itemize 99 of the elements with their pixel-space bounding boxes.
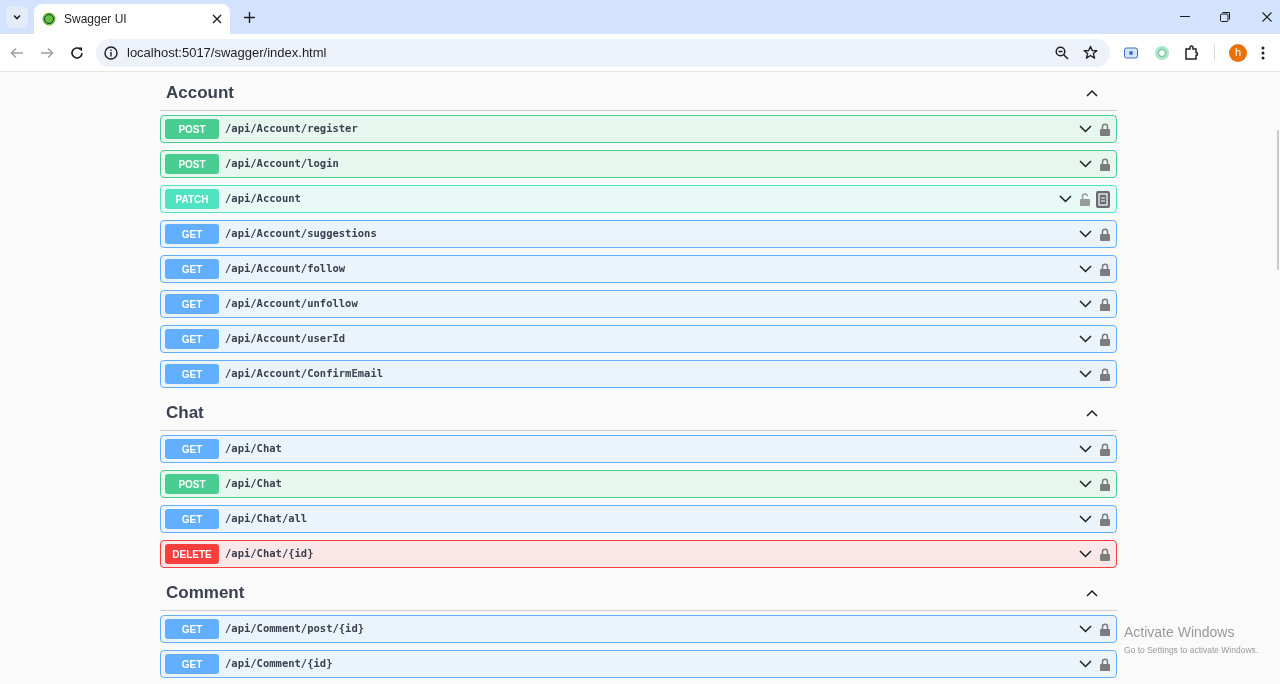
endpoint-path: /api/Account/register: [225, 121, 359, 137]
endpoint-path: /api/Account/login: [225, 156, 340, 172]
method-badge: GET: [165, 224, 219, 244]
lock-icon[interactable]: [1100, 547, 1110, 561]
collapse-chevron-icon[interactable]: [1085, 587, 1099, 598]
lock-icon[interactable]: [1100, 157, 1110, 171]
method-badge: POST: [165, 474, 219, 494]
caret-icon: [12, 12, 22, 22]
method-badge: GET: [165, 509, 219, 529]
lock-icon[interactable]: [1100, 297, 1110, 311]
endpoint-path: /api/Account/suggestions: [225, 226, 378, 242]
expand-chevron-icon[interactable]: [1079, 660, 1092, 668]
address-bar[interactable]: localhost:5017/swagger/index.html: [96, 38, 1110, 67]
expand-chevron-icon[interactable]: [1079, 370, 1092, 378]
lock-icon[interactable]: [1100, 332, 1110, 346]
minimize-icon[interactable]: [1180, 16, 1190, 18]
endpoint-path: /api/Chat: [225, 476, 283, 492]
method-badge: GET: [165, 294, 219, 314]
lock-icon[interactable]: [1100, 477, 1110, 491]
lock-icon[interactable]: [1100, 512, 1110, 526]
expand-chevron-icon[interactable]: [1079, 265, 1092, 273]
zoom-icon[interactable]: [1055, 45, 1069, 60]
lock-icon[interactable]: [1100, 227, 1110, 241]
swagger-logo-icon: [42, 12, 56, 26]
clipboard-icon[interactable]: [1096, 190, 1110, 208]
expand-chevron-icon[interactable]: [1079, 335, 1092, 343]
expand-chevron-icon[interactable]: [1079, 300, 1092, 308]
endpoint-row[interactable]: POST /api/Account/register: [160, 115, 1117, 143]
puzzle-icon[interactable]: [1184, 44, 1200, 61]
method-badge: GET: [165, 259, 219, 279]
endpoint-path: /api/Comment/post/{id}: [225, 621, 366, 637]
method-badge: POST: [165, 119, 219, 139]
method-badge: GET: [165, 654, 219, 674]
info-icon[interactable]: [104, 45, 118, 60]
endpoint-path: /api/Chat: [225, 441, 283, 457]
section-title[interactable]: Chat: [166, 399, 1085, 426]
expand-chevron-icon[interactable]: [1059, 195, 1072, 203]
lock-icon[interactable]: [1100, 122, 1110, 136]
expand-chevron-icon[interactable]: [1079, 625, 1092, 633]
expand-chevron-icon[interactable]: [1079, 125, 1092, 133]
lock-icon[interactable]: [1100, 262, 1110, 276]
lock-icon[interactable]: [1100, 622, 1110, 636]
endpoint-row[interactable]: POST /api/Account/login: [160, 150, 1117, 178]
endpoint-row[interactable]: DELETE /api/Chat/{id}: [160, 540, 1117, 568]
expand-chevron-icon[interactable]: [1079, 230, 1092, 238]
unlocked-icon[interactable]: [1080, 192, 1090, 206]
scrollbar-thumb[interactable]: [1277, 130, 1279, 270]
lock-icon[interactable]: [1100, 657, 1110, 671]
endpoint-row[interactable]: GET /api/Account/userId: [160, 325, 1117, 353]
restore-icon[interactable]: [1220, 12, 1230, 22]
close-icon[interactable]: [1262, 12, 1272, 22]
expand-chevron-icon[interactable]: [1079, 550, 1092, 558]
endpoint-row[interactable]: GET /api/Account/unfollow: [160, 290, 1117, 318]
tab-list-button[interactable]: [6, 6, 28, 28]
new-tab-icon[interactable]: [244, 12, 255, 23]
menu-icon[interactable]: [1261, 45, 1265, 60]
method-badge: GET: [165, 364, 219, 384]
method-badge: PATCH: [165, 189, 219, 209]
method-badge: GET: [165, 439, 219, 459]
method-badge: GET: [165, 329, 219, 349]
endpoint-path: /api/Chat/all: [225, 511, 309, 527]
expand-chevron-icon[interactable]: [1079, 515, 1092, 523]
endpoint-path: /api/Account/unfollow: [225, 296, 359, 312]
reload-icon[interactable]: [70, 45, 84, 60]
collapse-chevron-icon[interactable]: [1085, 87, 1099, 98]
method-badge: POST: [165, 154, 219, 174]
endpoint-path: /api/Comment/{id}: [225, 656, 334, 672]
screen-icon[interactable]: [1124, 46, 1138, 59]
endpoint-path: /api/Account/userId: [225, 331, 347, 347]
endpoint-row[interactable]: GET /api/Account/suggestions: [160, 220, 1117, 248]
endpoint-path: /api/Account: [225, 191, 302, 207]
method-badge: DELETE: [165, 544, 219, 564]
section-title[interactable]: Account: [166, 79, 1085, 106]
url-text: localhost:5017/swagger/index.html: [127, 43, 328, 62]
notice-title: Activate Windows: [1124, 624, 1236, 641]
star-icon[interactable]: [1083, 45, 1098, 60]
section-title[interactable]: Comment: [166, 579, 1085, 606]
collapse-chevron-icon[interactable]: [1085, 407, 1099, 418]
endpoint-row[interactable]: PATCH /api/Account: [160, 185, 1117, 213]
endpoint-row[interactable]: GET /api/Comment/{id}: [160, 650, 1117, 678]
close-icon[interactable]: [212, 14, 222, 24]
endpoint-row[interactable]: GET /api/Account/ConfirmEmail: [160, 360, 1117, 388]
endpoint-row[interactable]: GET /api/Account/follow: [160, 255, 1117, 283]
tab-title: Swagger UI: [64, 11, 128, 28]
notice-message: Go to Settings to activate Windows.: [1124, 644, 1259, 656]
expand-chevron-icon[interactable]: [1079, 160, 1092, 168]
lock-icon[interactable]: [1100, 442, 1110, 456]
endpoint-row[interactable]: GET /api/Comment/post/{id}: [160, 615, 1117, 643]
endpoint-path: /api/Account/follow: [225, 261, 347, 277]
expand-chevron-icon[interactable]: [1079, 445, 1092, 453]
endpoint-row[interactable]: GET /api/Chat: [160, 435, 1117, 463]
endpoint-path: /api/Chat/{id}: [225, 546, 315, 562]
endpoint-row[interactable]: POST /api/Chat: [160, 470, 1117, 498]
lock-icon[interactable]: [1100, 367, 1110, 381]
method-badge: GET: [165, 619, 219, 639]
endpoint-path: /api/Account/ConfirmEmail: [225, 366, 385, 382]
endpoint-row[interactable]: GET /api/Chat/all: [160, 505, 1117, 533]
expand-chevron-icon[interactable]: [1079, 480, 1092, 488]
browser-tab[interactable]: Swagger UI: [34, 4, 230, 34]
